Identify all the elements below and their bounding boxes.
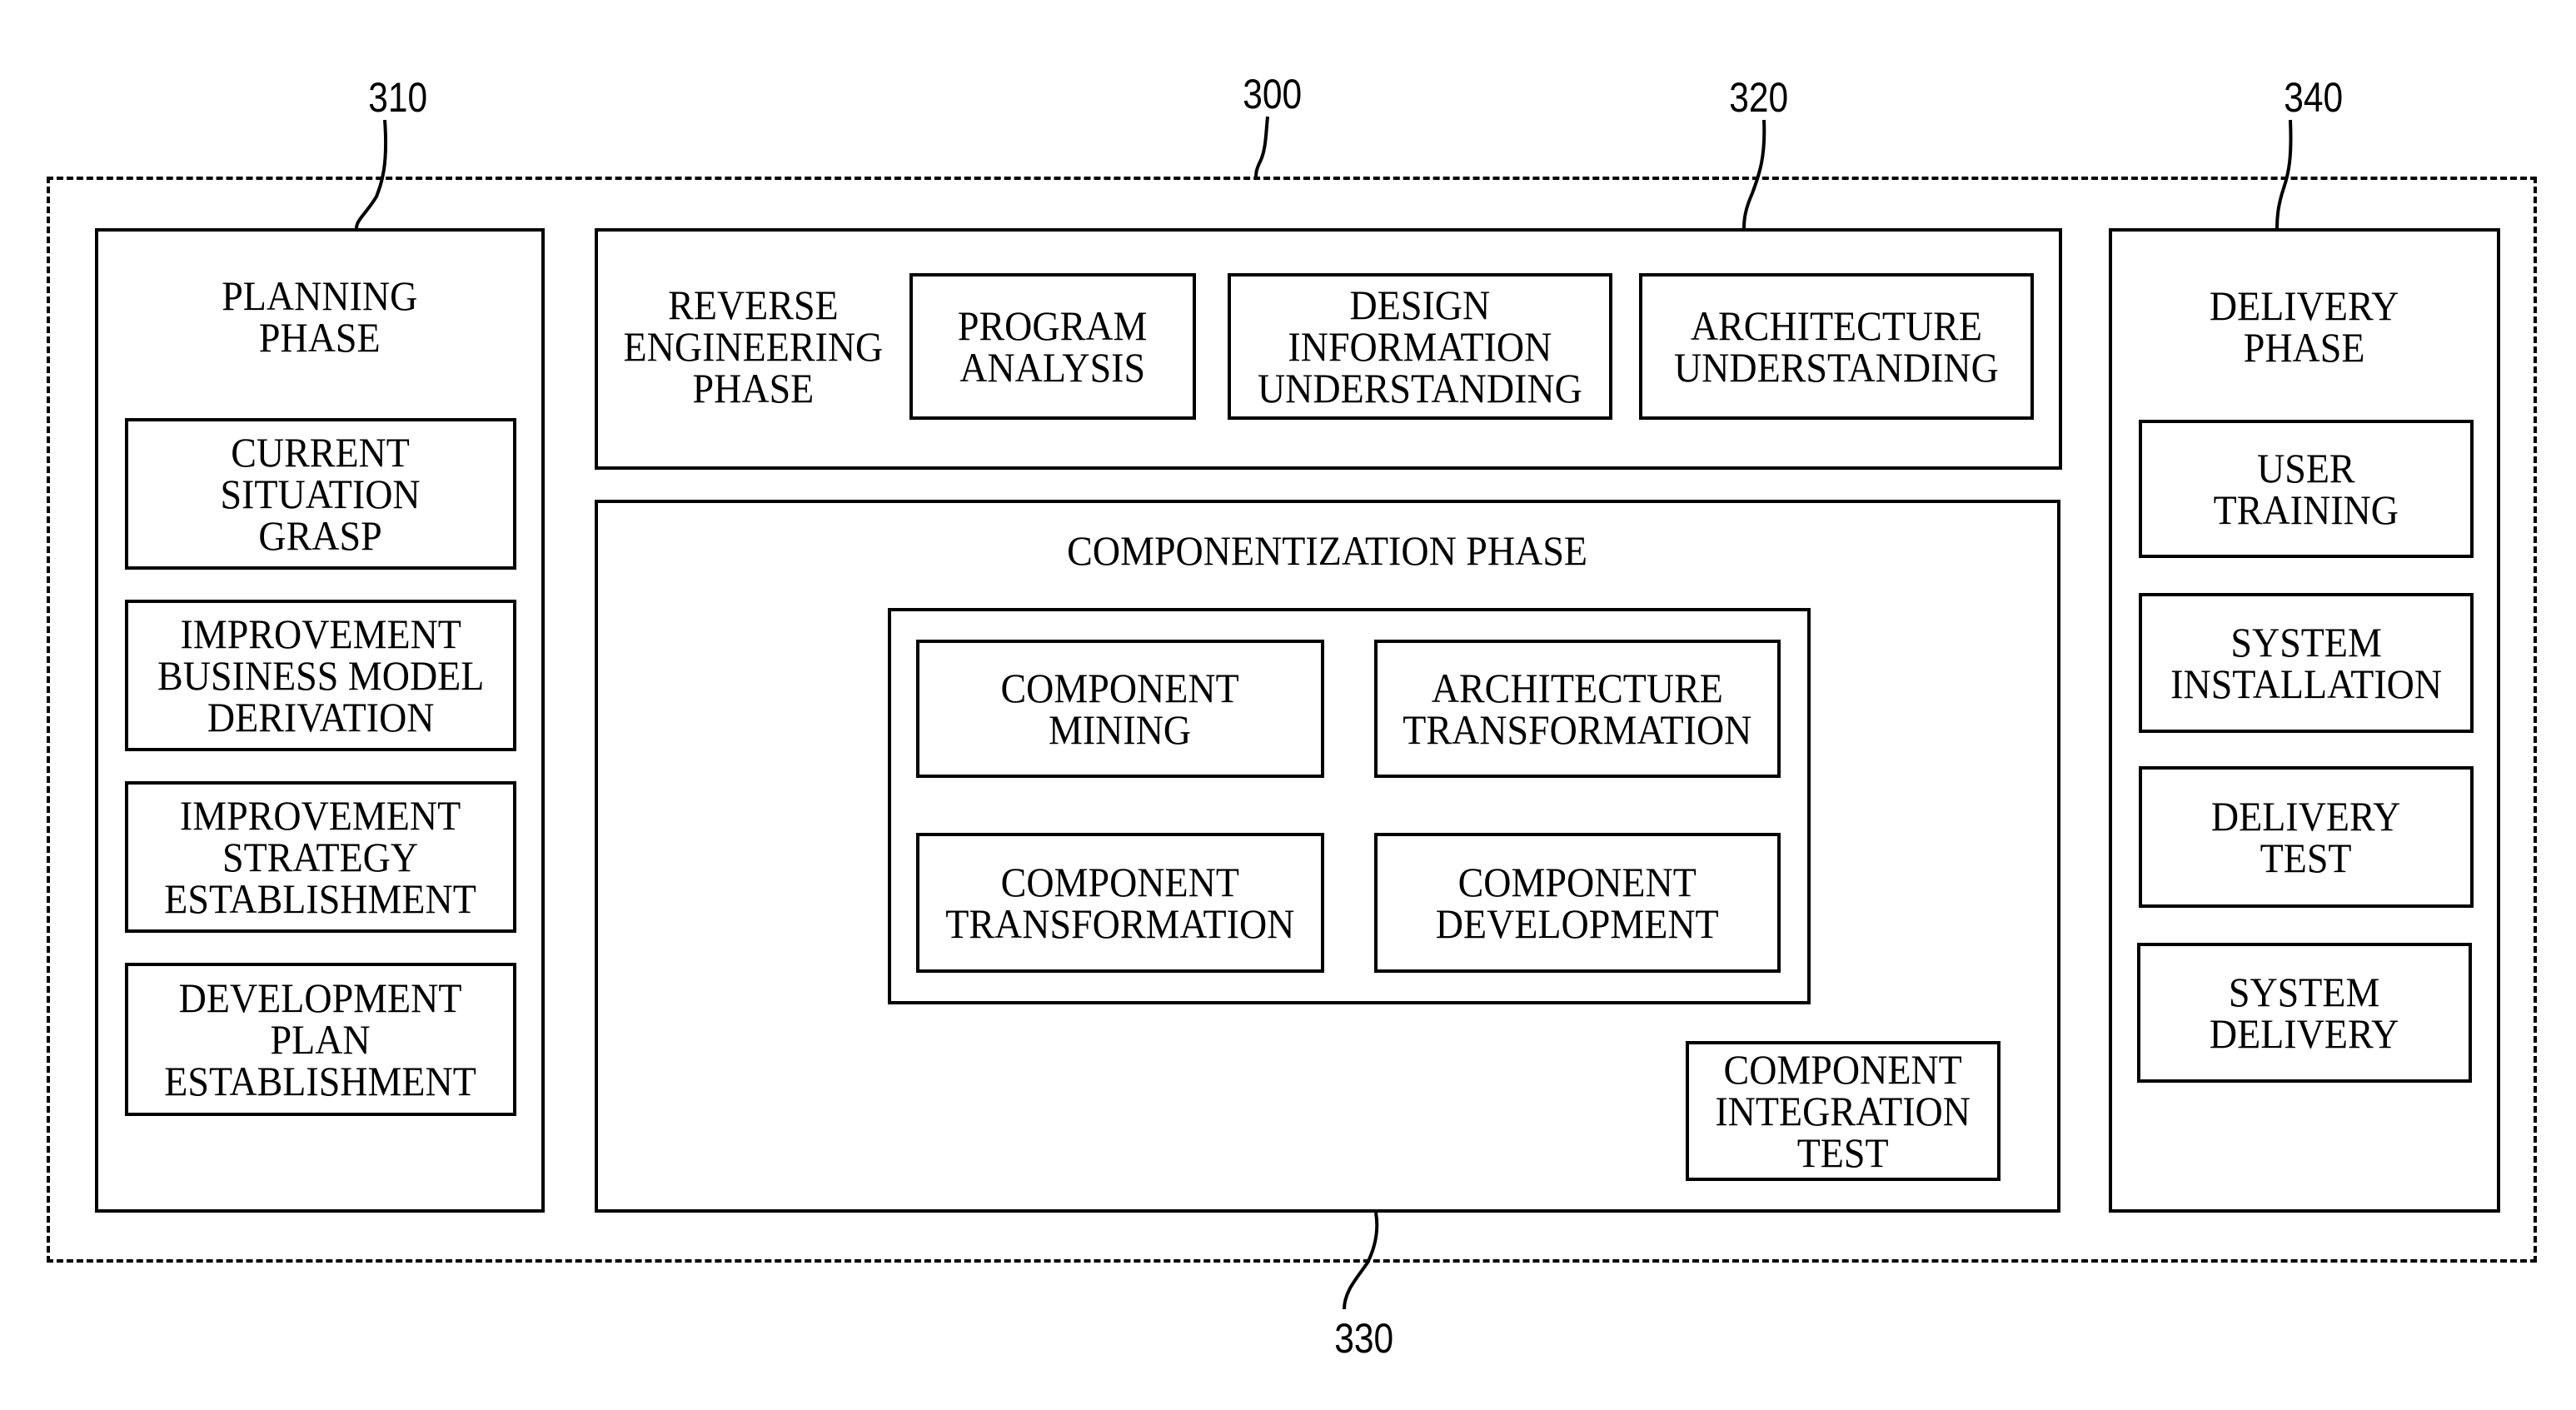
ref-numeral-330: 330 (1334, 1315, 1394, 1362)
leader-line-300 (1254, 116, 1269, 179)
component-step-component-development: COMPONENT DEVELOPMENT (1374, 833, 1781, 973)
component-step-component-transformation: COMPONENT TRANSFORMATION (916, 833, 1324, 973)
planning-step-current-situation-grasp: CURRENT SITUATION GRASP (125, 418, 516, 570)
delivery-step-system-installation: SYSTEM INSTALLATION (2139, 593, 2474, 733)
reverse-step-program-analysis: PROGRAM ANALYSIS (909, 273, 1196, 420)
planning-phase-title: PLANNING PHASE (222, 272, 418, 361)
planning-step-development-plan-establishment: DEVELOPMENT PLAN ESTABLISHMENT (125, 963, 516, 1116)
planning-step-improvement-strategy-establishment: IMPROVEMENT STRATEGY ESTABLISHMENT (125, 781, 516, 933)
component-step-component-integration-test: COMPONENT INTEGRATION TEST (1686, 1041, 2001, 1181)
ref-numeral-300: 300 (1243, 71, 1303, 117)
component-step-architecture-transformation: ARCHITECTURE TRANSFORMATION (1374, 640, 1781, 778)
reverse-step-design-information-understanding: DESIGN INFORMATION UNDERSTANDING (1228, 273, 1612, 420)
componentization-phase-title: COMPONENTIZATION PHASE (1067, 527, 1588, 574)
delivery-phase-title: DELIVERY PHASE (2210, 282, 2399, 371)
delivery-step-user-training: USER TRAINING (2139, 420, 2474, 558)
reverse-step-architecture-understanding: ARCHITECTURE UNDERSTANDING (1639, 273, 2034, 420)
reverse-engineering-phase-title: REVERSE ENGINEERING PHASE (623, 282, 883, 411)
component-step-component-mining: COMPONENT MINING (916, 640, 1324, 778)
delivery-step-system-delivery: SYSTEM DELIVERY (2137, 943, 2472, 1083)
ref-numeral-340: 340 (2284, 74, 2344, 121)
planning-step-improvement-business-model-derivation: IMPROVEMENT BUSINESS MODEL DERIVATION (125, 600, 516, 751)
ref-numeral-310: 310 (368, 74, 428, 121)
ref-numeral-320: 320 (1729, 74, 1789, 121)
delivery-step-delivery-test: DELIVERY TEST (2139, 766, 2474, 908)
